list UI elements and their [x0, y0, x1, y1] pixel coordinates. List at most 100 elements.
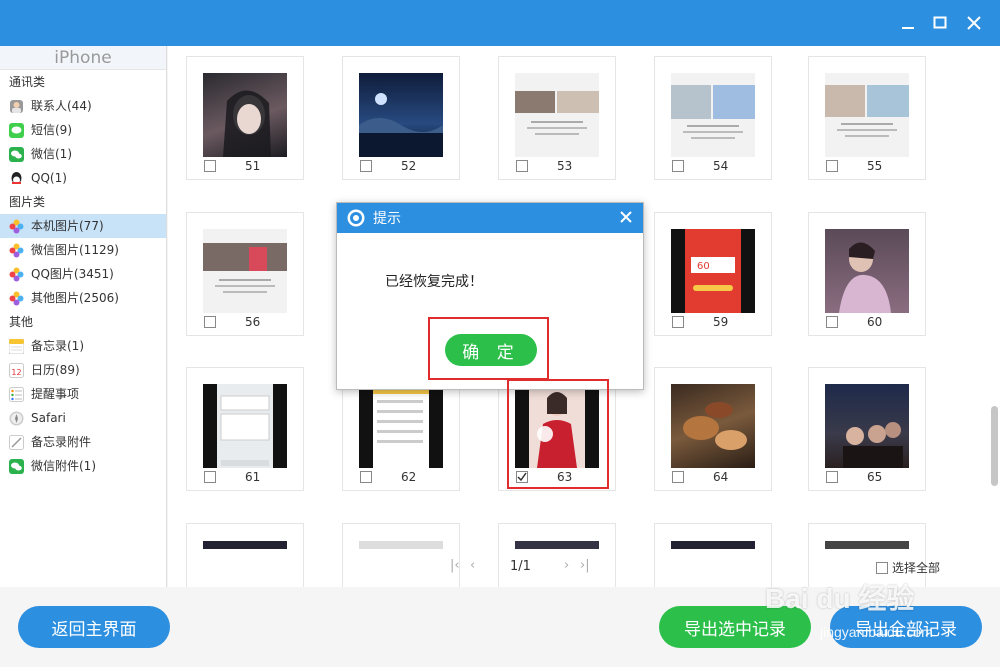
device-name: iPhone [0, 46, 166, 70]
photo-checkbox[interactable] [826, 316, 838, 328]
photo-tile[interactable] [342, 523, 460, 587]
sidebar-item-contacts[interactable]: 联系人(44) [0, 94, 166, 118]
photo-tile[interactable]: 51 [186, 56, 304, 180]
category-photos: 图片类 [9, 195, 46, 209]
safari-icon [9, 411, 24, 426]
photo-number: 54 [713, 159, 729, 173]
photo-thumbnail[interactable] [359, 73, 443, 157]
photo-tile[interactable]: 55 [808, 56, 926, 180]
photo-tile[interactable]: 65 [808, 367, 926, 491]
photo-checkbox[interactable] [826, 471, 838, 483]
photo-thumbnail[interactable] [359, 384, 443, 468]
sidebar-item-wechat[interactable]: 微信(1) [0, 142, 166, 166]
photo-thumbnail[interactable] [203, 73, 287, 157]
photo-tile[interactable]: 60 [808, 212, 926, 336]
pager: |‹ ‹ 1/1 › ›| [448, 558, 598, 578]
sidebar-item-notes-attachments[interactable]: 备忘录附件 [0, 430, 166, 454]
dialog-close-icon[interactable] [619, 210, 635, 226]
photo-checkbox[interactable] [204, 471, 216, 483]
last-page-icon[interactable]: ›| [580, 558, 590, 573]
svg-text:12: 12 [11, 368, 21, 377]
app-logo-icon [347, 209, 365, 227]
photo-tile[interactable]: 53 [498, 56, 616, 180]
next-page-icon[interactable]: › [564, 558, 569, 573]
vertical-scrollbar[interactable] [991, 406, 998, 486]
page-indicator: 1/1 [510, 559, 531, 574]
notes-icon [9, 338, 24, 354]
sidebar-item-calendar[interactable]: 12 日历(89) [0, 358, 166, 382]
sidebar-item-label: Safari [31, 411, 66, 425]
photo-tile[interactable]: 64 [654, 367, 772, 491]
sms-icon [9, 122, 24, 138]
photo-number: 62 [401, 470, 417, 484]
select-all[interactable]: 选择全部 [876, 559, 940, 576]
sidebar-item-reminders[interactable]: 提醒事项 [0, 382, 166, 406]
notes-attachment-icon [9, 434, 24, 450]
photo-thumbnail[interactable] [515, 541, 599, 549]
photo-tile[interactable]: 61 [186, 367, 304, 491]
photo-checkbox[interactable] [672, 160, 684, 172]
photo-tile[interactable]: 54 [654, 56, 772, 180]
minimize-icon[interactable] [896, 11, 920, 35]
photo-checkbox[interactable] [360, 160, 372, 172]
photo-tile[interactable]: 60 59 [654, 212, 772, 336]
photo-thumbnail[interactable] [203, 541, 287, 549]
photo-tile[interactable]: 52 [342, 56, 460, 180]
sidebar-item-notes[interactable]: 备忘录(1) [0, 334, 166, 358]
photo-number: 60 [867, 315, 883, 329]
prev-page-icon[interactable]: ‹ [470, 558, 475, 573]
photos-icon [9, 267, 24, 282]
sidebar-item-label: 其他图片(2506) [31, 291, 119, 305]
first-page-icon[interactable]: |‹ [450, 558, 460, 573]
photo-thumbnail[interactable]: 60 [671, 229, 755, 313]
photo-number: 61 [245, 470, 261, 484]
photo-checkbox[interactable] [826, 160, 838, 172]
sidebar-item-local-photos[interactable]: 本机图片(77) [0, 214, 166, 238]
highlight-box-ok [428, 317, 549, 380]
sidebar-item-qq-photos[interactable]: QQ图片(3451) [0, 262, 166, 286]
photo-checkbox[interactable] [360, 471, 372, 483]
photo-thumbnail[interactable] [671, 73, 755, 157]
photo-thumbnail[interactable] [359, 541, 443, 549]
photos-icon [9, 219, 24, 234]
photo-checkbox[interactable] [204, 160, 216, 172]
watermark: Bai du 经验 [765, 583, 915, 614]
sidebar-item-sms[interactable]: 短信(9) [0, 118, 166, 142]
photo-thumbnail[interactable] [203, 384, 287, 468]
sidebar-item-other-photos[interactable]: 其他图片(2506) [0, 286, 166, 310]
photo-thumbnail[interactable] [825, 541, 909, 549]
photo-tile[interactable] [654, 523, 772, 587]
photo-number: 65 [867, 470, 883, 484]
photo-checkbox[interactable] [516, 160, 528, 172]
photo-thumbnail[interactable] [515, 73, 599, 157]
photo-thumbnail[interactable] [671, 541, 755, 549]
sidebar-item-label: 联系人(44) [31, 99, 92, 113]
photo-tile[interactable]: 56 [186, 212, 304, 336]
photo-thumbnail[interactable] [825, 229, 909, 313]
sidebar-item-label: QQ图片(3451) [31, 267, 114, 281]
sidebar-item-wechat-photos[interactable]: 微信图片(1129) [0, 238, 166, 262]
sidebar-item-safari[interactable]: Safari [0, 406, 166, 430]
select-all-label: 选择全部 [892, 561, 941, 575]
photo-thumbnail[interactable] [825, 384, 909, 468]
close-icon[interactable] [962, 11, 986, 35]
photo-checkbox[interactable] [672, 316, 684, 328]
photo-thumbnail[interactable] [825, 73, 909, 157]
select-all-checkbox[interactable] [876, 561, 888, 574]
sidebar-item-wechat-attachments[interactable]: 微信附件(1) [0, 454, 166, 478]
photo-checkbox[interactable] [672, 471, 684, 483]
photo-tile[interactable] [186, 523, 304, 587]
sidebar-item-qq[interactable]: QQ(1) [0, 166, 166, 190]
sidebar-item-label: 日历(89) [31, 363, 80, 377]
photos-icon [9, 291, 24, 306]
photo-thumbnail[interactable] [203, 229, 287, 313]
photos-icon [9, 243, 24, 258]
back-to-main-button[interactable]: 返回主界面 [18, 606, 170, 648]
maximize-icon[interactable] [928, 11, 952, 35]
photo-number: 59 [713, 315, 729, 329]
photo-number: 64 [713, 470, 729, 484]
sidebar-item-label: 备忘录附件 [31, 435, 92, 449]
photo-checkbox[interactable] [204, 316, 216, 328]
photo-thumbnail[interactable] [671, 384, 755, 468]
reminders-icon [9, 386, 24, 402]
